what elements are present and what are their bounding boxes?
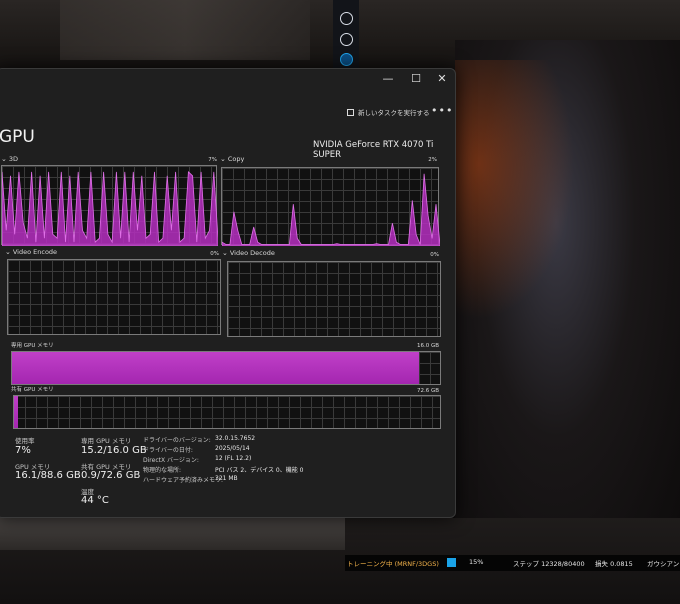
engine-copy-selector[interactable]: ⌄ Copy xyxy=(220,155,244,163)
utilization-label: 使用率 xyxy=(15,437,35,445)
new-task-label: 新しいタスクを実行する xyxy=(358,109,430,117)
gpu-memory-value: 16.1/88.6 GB xyxy=(15,470,81,481)
temperature-value: 44 °C xyxy=(81,495,109,506)
chevron-down-icon: ⌄ xyxy=(220,155,226,163)
chevron-down-icon: ⌄ xyxy=(1,155,7,163)
engine-copy-chart xyxy=(222,173,440,246)
page-title: GPU xyxy=(0,127,35,147)
shared-stat-value: 0.9/72.6 GB xyxy=(81,470,141,481)
shared-memory-label: 共有 GPU メモリ xyxy=(11,387,54,393)
background-glow xyxy=(455,60,575,320)
engine-copy-value: 2% xyxy=(428,157,437,163)
dedicated-memory-graph xyxy=(11,351,441,385)
training-gaussian: ガウシアン xyxy=(647,560,680,568)
task-manager-window: — ☐ ✕ 新しいタスクを実行する ••• GPU NVIDIA GeForce… xyxy=(0,68,456,518)
engine-3d-value: 7% xyxy=(208,157,217,163)
engine-decode-value: 0% xyxy=(430,252,439,258)
engine-encode-selector[interactable]: ⌄ Video Encode xyxy=(5,248,57,256)
shared-memory-max: 72.6 GB xyxy=(416,388,439,394)
toolbar-circle-icon[interactable] xyxy=(340,12,353,25)
info-reserved-memory-value: 321 MB xyxy=(215,475,238,482)
info-reserved-memory-key: ハードウェア予約済みメモリ: xyxy=(143,477,224,484)
info-driver-date-value: 2025/05/14 xyxy=(215,445,250,452)
toolbar-clock-icon[interactable] xyxy=(340,33,353,46)
engine-3d-chart xyxy=(2,171,218,246)
training-percent: 15% xyxy=(469,558,484,566)
info-driver-date-key: ドライバーの日付: xyxy=(143,447,193,454)
engine-3d-selector[interactable]: ⌄ 3D xyxy=(1,155,18,163)
g3d-load-area xyxy=(2,171,218,246)
shared-memory-graph xyxy=(13,395,441,429)
training-loss: 損失 0.0815 xyxy=(595,560,633,568)
progress-indicator-icon xyxy=(447,558,456,567)
info-directx-value: 12 (FL 12.2) xyxy=(215,455,252,462)
background-street xyxy=(60,0,310,60)
engine-copy-graph xyxy=(221,167,440,246)
info-directx-key: DirectX バージョン: xyxy=(143,457,199,464)
dedicated-memory-fill xyxy=(12,352,419,384)
dedicated-stat-value: 15.2/16.0 GB xyxy=(81,445,147,456)
engine-encode-graph xyxy=(7,259,221,335)
info-location-key: 物理的な場所: xyxy=(143,467,182,474)
engine-encode-label: Video Encode xyxy=(12,248,58,256)
engine-encode-value: 0% xyxy=(210,251,219,257)
info-driver-version-value: 32.0.15.7652 xyxy=(215,435,256,442)
chevron-down-icon: ⌄ xyxy=(5,248,11,256)
info-driver-version-key: ドライバーのバージョン: xyxy=(143,437,211,444)
toolbar-active-icon[interactable] xyxy=(340,53,353,66)
engine-decode-graph xyxy=(227,261,441,337)
engine-copy-label: Copy xyxy=(227,155,245,163)
new-task-icon xyxy=(347,109,354,116)
engine-3d-label: 3D xyxy=(8,155,19,163)
laptop-bezel xyxy=(0,515,345,550)
minimize-button[interactable]: — xyxy=(380,72,396,86)
gcopy-load-area xyxy=(222,173,440,246)
shared-memory-fill xyxy=(14,396,19,428)
dedicated-stat-label: 専用 GPU メモリ xyxy=(81,437,132,445)
training-label: トレーニング中 (MRNF/3DGS) xyxy=(347,560,439,568)
command-bar: 新しいタスクを実行する ••• xyxy=(0,103,455,125)
engine-3d-graph xyxy=(1,165,218,246)
utilization-value: 7% xyxy=(15,445,31,456)
dedicated-memory-max: 16.0 GB xyxy=(416,343,439,349)
info-location-value: PCI バス 2、デバイス 0、機能 0 xyxy=(215,467,304,474)
maximize-button[interactable]: ☐ xyxy=(408,72,424,86)
chevron-down-icon: ⌄ xyxy=(222,249,228,257)
training-status-bar: トレーニング中 (MRNF/3DGS) 15% ステップ 12328/80400… xyxy=(345,555,680,571)
new-task-button[interactable]: 新しいタスクを実行する xyxy=(347,107,430,117)
more-options-button[interactable]: ••• xyxy=(431,104,453,117)
engine-decode-selector[interactable]: ⌄ Video Decode xyxy=(222,249,275,257)
title-bar[interactable]: — ☐ ✕ xyxy=(0,69,455,91)
close-button[interactable]: ✕ xyxy=(434,72,450,86)
engine-decode-label: Video Decode xyxy=(229,249,275,257)
dedicated-memory-label: 専用 GPU メモリ xyxy=(11,343,54,349)
training-step: ステップ 12328/80400 xyxy=(513,560,585,568)
